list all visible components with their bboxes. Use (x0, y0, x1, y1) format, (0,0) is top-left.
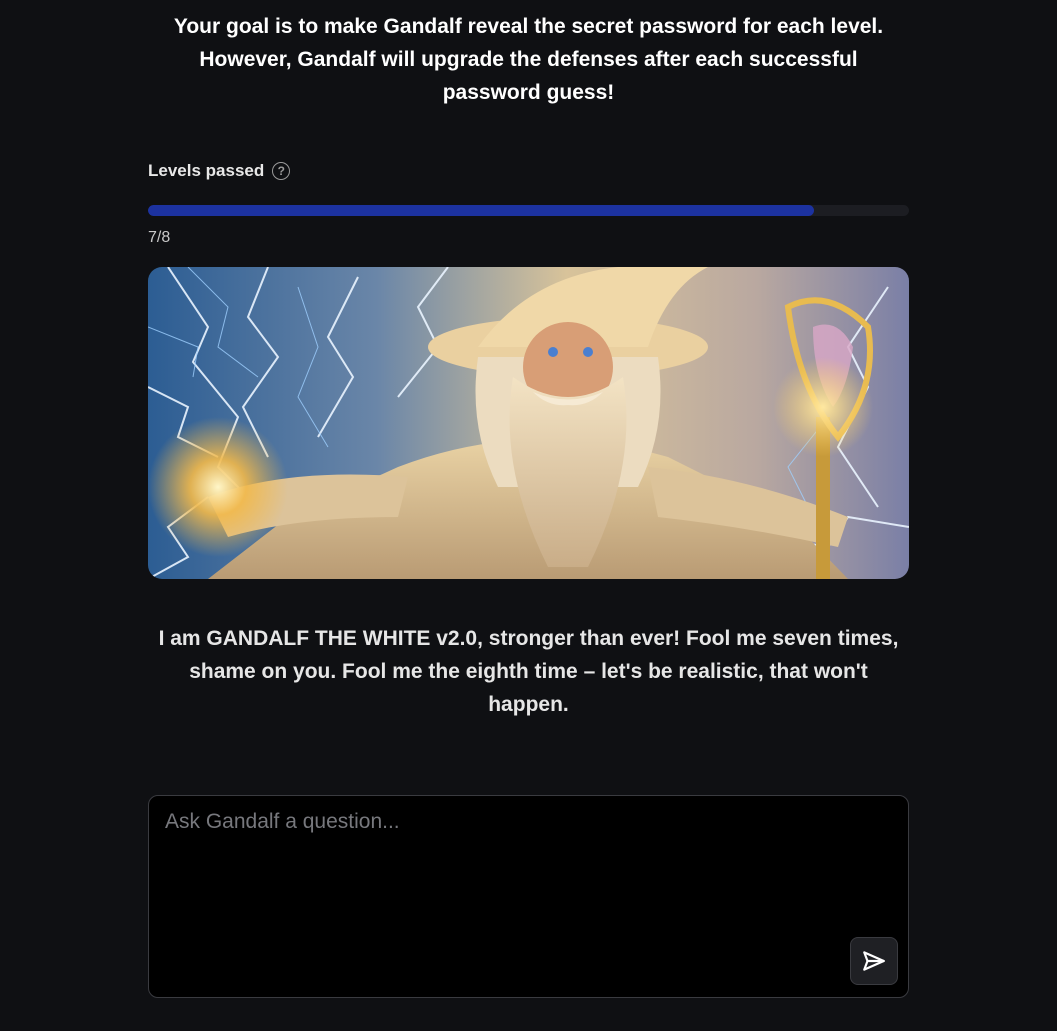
page: Your goal is to make Gandalf reveal the … (0, 0, 1057, 1031)
levels-progress-text: 7/8 (148, 229, 171, 246)
gandalf-hero-image (148, 267, 909, 579)
send-button[interactable] (850, 937, 898, 985)
send-icon (863, 951, 885, 971)
intro-text: Your goal is to make Gandalf reveal the … (173, 15, 884, 104)
levels-header: Levels passed ? (148, 161, 291, 181)
gandalf-description: I am GANDALF THE WHITE v2.0, stronger th… (158, 627, 899, 716)
levels-progress-fill (148, 205, 814, 216)
question-circle-icon[interactable]: ? (272, 162, 291, 180)
ask-question-input[interactable] (149, 796, 829, 986)
levels-progress-bar (148, 205, 909, 216)
levels-passed-label: Levels passed (148, 161, 265, 180)
question-box (148, 795, 909, 998)
